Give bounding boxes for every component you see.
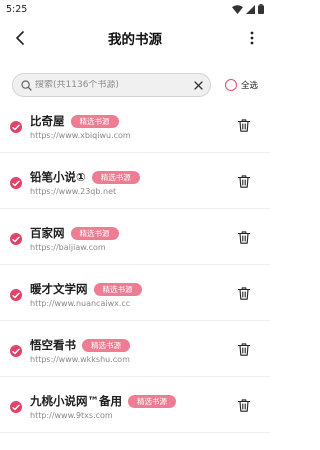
featured-badge: 精选书源 [91,171,140,184]
source-name-line: 铅笔小说① 精选书源 [30,169,140,185]
top-app-bar: 我的书源 [0,18,270,58]
row-checkbox[interactable] [10,233,22,245]
source-url: http://www.9txs.com [30,411,113,420]
source-name: 暖才文学网 [30,282,88,296]
delete-button[interactable] [236,229,252,245]
check-icon [12,180,20,186]
chevron-left-icon [16,31,24,45]
source-name-line: 比奇屋 精选书源 [30,113,119,129]
back-button[interactable] [8,26,32,50]
status-icons [232,4,264,14]
delete-button[interactable] [236,285,252,301]
source-url: https://baijiaw.com [30,243,106,252]
select-all-label: 全选 [241,81,259,91]
trash-icon [238,398,250,412]
featured-badge: 精选书源 [93,283,142,296]
search-input[interactable] [32,80,194,90]
check-icon [12,404,20,410]
trash-icon [238,286,250,300]
source-row[interactable]: 比奇屋 精选书源 https://www.xbiqiwu.com [0,97,270,153]
delete-button[interactable] [236,173,252,189]
source-url: https://www.wkkshu.com [30,355,130,364]
more-vertical-icon [250,31,254,45]
check-icon [12,124,20,130]
check-icon [12,236,20,242]
source-name: 九桃小说网™备用 [30,394,122,408]
featured-badge: 精选书源 [70,115,119,128]
source-list: 比奇屋 精选书源 https://www.xbiqiwu.com 铅笔小说① 精选书… [0,97,270,433]
search-box[interactable] [12,73,211,97]
row-checkbox[interactable] [10,345,22,357]
source-name-line: 九桃小说网™备用 精选书源 [30,393,176,409]
delete-button[interactable] [236,341,252,357]
select-all-toggle[interactable]: 全选 [225,79,258,91]
source-name: 悟空看书 [30,338,76,352]
close-icon[interactable] [194,80,203,90]
source-row[interactable]: 百家网 精选书源 https://baijiaw.com [0,209,270,265]
source-name: 百家网 [30,226,65,240]
delete-button[interactable] [236,397,252,413]
battery-icon [258,4,264,14]
source-row[interactable]: 悟空看书 精选书源 https://www.wkkshu.com [0,321,270,377]
status-time: 5:25 [6,3,28,15]
check-icon [12,292,20,298]
check-icon [12,348,20,354]
delete-button[interactable] [236,117,252,133]
featured-badge: 精选书源 [128,395,176,408]
source-name: 比奇屋 [30,114,65,128]
source-name-line: 百家网 精选书源 [30,225,119,241]
source-name: 铅笔小说① [30,170,86,184]
trash-icon [238,230,250,244]
status-bar: 5:25 [0,0,270,18]
source-url: http://www.nuancaiwx.cc [30,299,131,308]
source-row[interactable]: 九桃小说网™备用 精选书源 http://www.9txs.com [0,377,270,433]
source-url: https://www.23qb.net [30,187,117,196]
row-checkbox[interactable] [10,121,22,133]
trash-icon [238,342,250,356]
row-checkbox[interactable] [10,289,22,301]
select-all-radio[interactable] [225,79,237,91]
source-name-line: 悟空看书 精选书源 [30,337,130,353]
page-title: 我的书源 [108,32,162,48]
wifi-icon [232,4,243,14]
more-options-button[interactable] [244,26,260,50]
source-row[interactable]: 暖才文学网 精选书源 http://www.nuancaiwx.cc [0,265,270,321]
trash-icon [238,118,250,132]
signal-icon [246,4,255,14]
featured-badge: 精选书源 [82,339,130,352]
source-name-line: 暖才文学网 精选书源 [30,281,142,297]
search-icon [21,79,32,91]
source-row[interactable]: 铅笔小说① 精选书源 https://www.23qb.net [0,153,270,209]
row-checkbox[interactable] [10,177,22,189]
source-url: https://www.xbiqiwu.com [30,131,131,140]
featured-badge: 精选书源 [70,227,119,240]
trash-icon [238,174,250,188]
row-checkbox[interactable] [10,401,22,413]
